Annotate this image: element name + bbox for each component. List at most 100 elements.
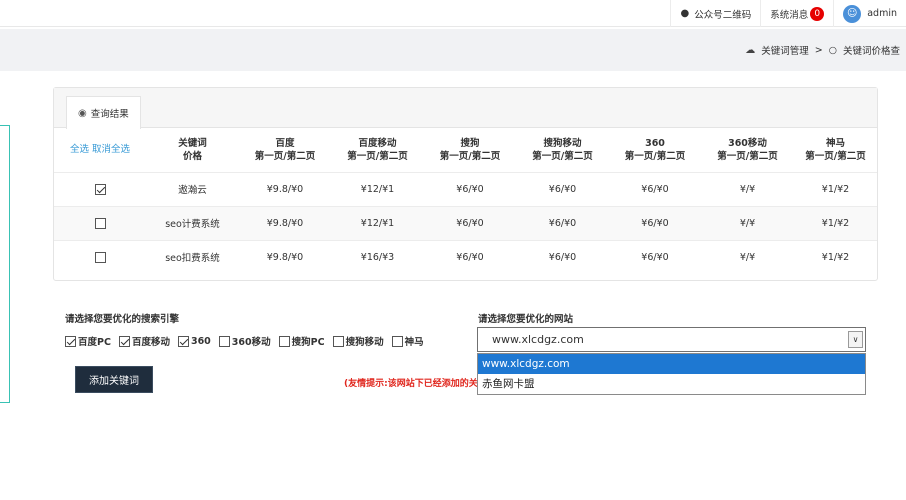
avatar: ☺ (843, 4, 862, 23)
engine-option-360[interactable]: 360 (177, 335, 211, 347)
column-header: 神马 第一页/第二页 (794, 128, 877, 172)
site-select-value: www.xlcdgz.com (492, 333, 584, 346)
table-cell: ¥6/¥0 (424, 239, 516, 274)
header-line: 360移动 (728, 137, 767, 149)
header-line: 第一页/第二页 (347, 150, 408, 162)
table-cell: ¥6/¥0 (516, 205, 609, 240)
header-line: 360 (645, 137, 665, 149)
qrcode-link[interactable]: ● 公众号二维码 (670, 0, 760, 27)
panel-header: ◉ 查询结果 (54, 88, 877, 129)
site-dropdown: www.xlcdgz.com 赤鱼网卡盟 (477, 353, 866, 395)
header-line: 百度移动 (358, 137, 397, 149)
engine-option-360-mobile[interactable]: 360移动 (218, 334, 271, 348)
table-cell: ¥6/¥0 (609, 205, 701, 240)
tab-label: 查询结果 (90, 109, 129, 120)
messages-link[interactable]: 系统消息 0 (760, 0, 833, 27)
header-line: 搜狗 (460, 137, 480, 149)
table-cell: ¥1/¥2 (794, 205, 877, 240)
user-menu[interactable]: ☺ admin (833, 0, 906, 27)
qrcode-label: 公众号二维码 (694, 9, 752, 21)
row-checkbox[interactable] (94, 217, 106, 229)
table-cell: ¥12/¥1 (331, 171, 424, 206)
engine-option-baidu-pc[interactable]: 百度PC (65, 334, 111, 348)
engine-options: 百度PC 百度移动 360 360移动 搜狗PC 搜狗移动 神马 (65, 334, 432, 348)
site-option[interactable]: 赤鱼网卡盟 (478, 374, 865, 394)
header-line: 搜狗移动 (543, 137, 582, 149)
table-cell: ¥6/¥0 (424, 171, 516, 206)
breadcrumb-parent[interactable]: 关键词管理 (761, 43, 809, 57)
engine-label: 360 (190, 335, 211, 347)
messages-badge: 0 (810, 6, 825, 21)
table-cell: seo计费系统 (146, 205, 239, 240)
engine-checkbox[interactable] (65, 335, 76, 347)
deselect-all-link[interactable]: 取消全选 (92, 144, 130, 155)
engine-option-shenma[interactable]: 神马 (391, 334, 424, 348)
table-row: 遨瀚云 ¥9.8/¥0 ¥12/¥1 ¥6/¥0 ¥6/¥0 ¥6/¥0 ¥/¥… (54, 171, 877, 206)
header-line: 第一页/第二页 (254, 150, 316, 162)
messages-label: 系统消息 (770, 9, 809, 21)
column-header: 百度移动 第一页/第二页 (331, 128, 424, 172)
header-line: 第一页/第二页 (805, 150, 866, 162)
engine-checkbox[interactable] (118, 335, 130, 347)
breadcrumb-bar: ☁ 关键词管理 > ○ 关键词价格查 (0, 29, 906, 71)
add-keyword-button[interactable]: 添加关键词 (75, 366, 153, 393)
row-checkbox[interactable] (94, 183, 106, 195)
table-cell: ¥6/¥0 (516, 171, 609, 206)
row-checkbox[interactable] (94, 251, 106, 263)
engine-label: 搜狗移动 (345, 337, 384, 348)
results-panel: ◉ 查询结果 全选 取消全选 关键词 价格 百度 第一页/第二页 百度移动 第一页/第… (53, 87, 878, 281)
column-header: 360移动 第一页/第二页 (701, 128, 794, 172)
table-cell: ¥/¥ (701, 171, 794, 206)
engine-label: 百度移动 (131, 337, 170, 348)
site-option[interactable]: www.xlcdgz.com (478, 354, 865, 374)
header-line: 第一页/第二页 (532, 150, 593, 162)
row-select-cell (54, 171, 146, 206)
table-header-row: 全选 取消全选 关键词 价格 百度 第一页/第二页 百度移动 第一页/第二页 搜狗 第一… (54, 128, 877, 172)
engine-option-sogou-pc[interactable]: 搜狗PC (278, 334, 325, 348)
cloud-icon: ☁ (745, 44, 756, 56)
engine-checkbox[interactable] (332, 335, 344, 347)
top-bar: ● 公众号二维码 系统消息 0 ☺ admin (0, 0, 906, 27)
table-cell: ¥6/¥0 (516, 239, 609, 274)
header-line: 神马 (825, 137, 845, 149)
engine-checkbox[interactable] (278, 335, 290, 347)
header-line: 第一页/第二页 (717, 150, 778, 162)
engine-label: 神马 (404, 337, 424, 348)
table-cell: ¥6/¥0 (609, 171, 701, 206)
table-cell: 遨瀚云 (146, 171, 239, 206)
header-line: 第一页/第二页 (624, 150, 686, 162)
table-row: seo扣费系统 ¥9.8/¥0 ¥16/¥3 ¥6/¥0 ¥6/¥0 ¥6/¥0… (54, 239, 877, 274)
column-header: 关键词 价格 (146, 128, 239, 172)
site-label: 请选择您要优化的网站 (478, 314, 574, 325)
table-cell: ¥6/¥0 (424, 205, 516, 240)
table-cell: ¥9.8/¥0 (239, 239, 331, 274)
wechat-icon: ● (680, 8, 690, 19)
top-nav: ● 公众号二维码 系统消息 0 ☺ admin (670, 0, 906, 27)
engine-option-sogou-mobile[interactable]: 搜狗移动 (332, 334, 384, 348)
engine-checkbox[interactable] (218, 335, 230, 347)
breadcrumb: ☁ 关键词管理 > ○ 关键词价格查 (745, 29, 906, 71)
engine-checkbox[interactable] (177, 335, 189, 347)
row-select-cell (54, 205, 146, 240)
table-cell: ¥9.8/¥0 (239, 205, 331, 240)
table-cell: ¥9.8/¥0 (239, 171, 331, 206)
site-select[interactable]: www.xlcdgz.com ∨ (477, 327, 866, 352)
table-cell: ¥12/¥1 (331, 205, 424, 240)
chevron-down-icon[interactable]: ∨ (848, 331, 863, 348)
user-name: admin (867, 8, 897, 19)
select-all-link[interactable]: 全选 (70, 144, 89, 155)
engine-checkbox[interactable] (391, 335, 403, 347)
left-frame (0, 125, 10, 403)
header-line: 关键词 (178, 137, 207, 149)
engines-label: 请选择您要优化的搜索引擎 (65, 314, 180, 325)
breadcrumb-current: 关键词价格查 (842, 46, 900, 57)
engine-option-baidu-mobile[interactable]: 百度移动 (118, 334, 170, 348)
eye-icon: ◉ (78, 107, 87, 119)
tab-query-results[interactable]: ◉ 查询结果 (66, 96, 141, 129)
column-header: 360 第一页/第二页 (609, 128, 701, 172)
tip-text: (友情提示:该网站下已经添加的关 (344, 379, 478, 389)
header-line: 百度 (275, 137, 295, 149)
breadcrumb-separator: > (814, 44, 823, 56)
table-cell: ¥1/¥2 (794, 239, 877, 274)
table-cell: ¥6/¥0 (609, 239, 701, 274)
